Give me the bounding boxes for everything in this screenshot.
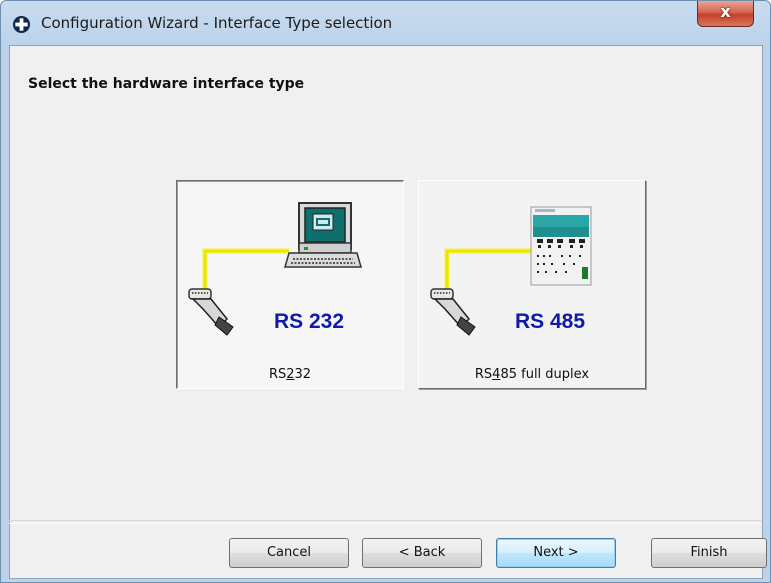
finish-button[interactable]: Finish <box>651 538 767 568</box>
back-button[interactable]: < Back <box>362 538 482 568</box>
option-label-rs485: RS485 full duplex <box>474 367 590 382</box>
option-rs232[interactable]: RS 232 RS232 <box>176 180 404 389</box>
device-module-with-cable-icon: RS 485 <box>430 206 592 336</box>
page-heading: Select the hardware interface type <box>28 76 305 92</box>
option-rs485[interactable]: RS 485 RS485 full duplex <box>418 180 646 389</box>
next-button[interactable]: Next > <box>496 538 616 568</box>
window-title: Configuration Wizard - Interface Type se… <box>41 14 393 32</box>
cancel-button[interactable]: Cancel <box>229 538 349 568</box>
rs485-art-label: RS 485 <box>515 310 585 333</box>
computer-with-cable-icon: RS 232 <box>188 202 362 336</box>
rs232-art-label: RS 232 <box>274 310 344 333</box>
cross-circle-icon <box>12 15 31 34</box>
close-button[interactable]: x <box>697 1 754 27</box>
close-icon: x <box>720 2 731 21</box>
option-label-rs232: RS232 <box>268 367 312 382</box>
title-bar[interactable]: Configuration Wizard - Interface Type se… <box>1 1 770 45</box>
button-separator <box>9 520 761 524</box>
